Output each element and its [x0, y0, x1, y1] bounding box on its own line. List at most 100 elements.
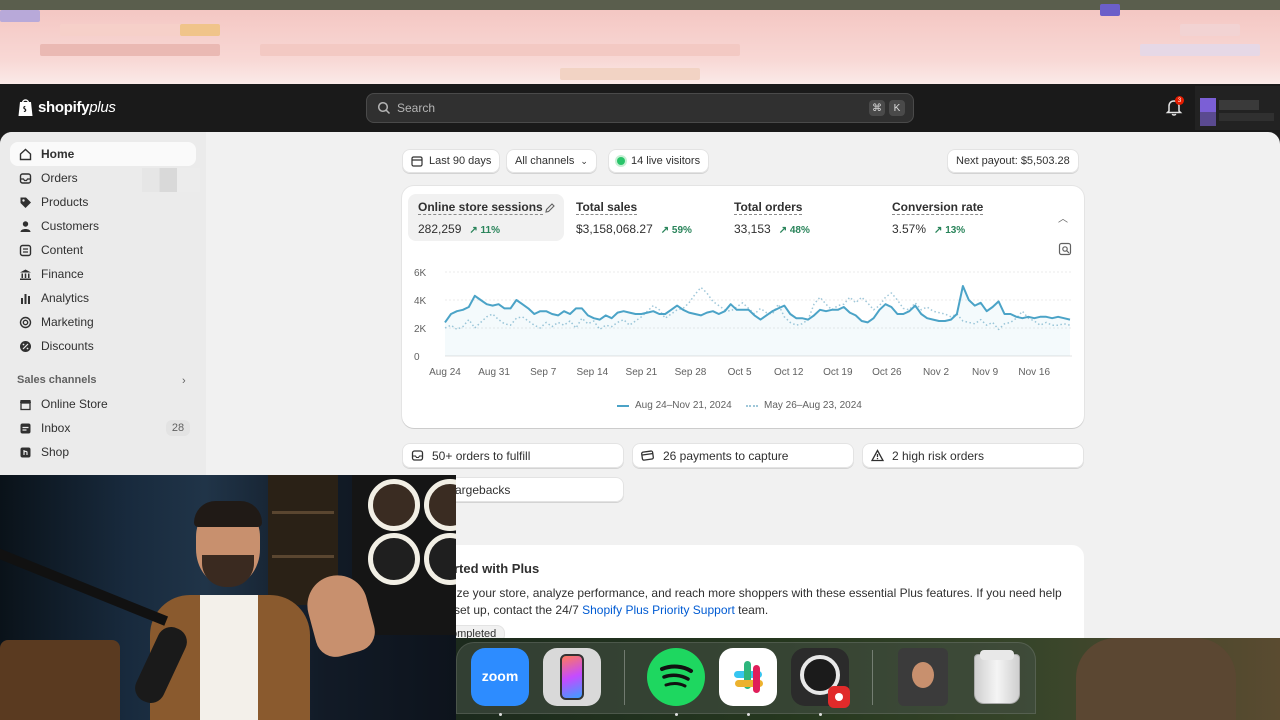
- x-tick-label: Nov 9: [972, 367, 999, 378]
- zoom-icon[interactable]: zoom: [471, 648, 529, 706]
- bar-chart-icon: [18, 291, 32, 305]
- x-tick-label: Aug 31: [478, 367, 510, 378]
- sidebar-item-marketing[interactable]: Marketing: [10, 310, 196, 334]
- sidebar-item-content[interactable]: Content: [10, 238, 196, 262]
- legend-solid-swatch: [617, 404, 629, 407]
- metric-delta: ↗ 11%: [469, 225, 501, 236]
- sidebar-item-label: Marketing: [41, 315, 94, 329]
- x-tick-label: Sep 7: [530, 367, 557, 378]
- orders-to-fulfill-button[interactable]: 50+ orders to fulfill: [402, 443, 624, 468]
- slack-icon[interactable]: [719, 648, 777, 706]
- sidebar-item-label: Inbox: [41, 421, 71, 435]
- metric-delta: ↗ 59%: [660, 225, 692, 236]
- sidebar-item-label: Finance: [41, 267, 84, 281]
- date-range-picker[interactable]: Last 90 days: [402, 149, 501, 173]
- plus-card-title: rted with Plus: [454, 561, 540, 576]
- alert-triangle-icon: [871, 449, 884, 462]
- metric-conversion-rate[interactable]: Conversion rate 3.57% ↗ 13%: [882, 194, 1038, 241]
- top-bar: shopifyplus Search ⌘ K: [0, 84, 1280, 132]
- credit-card-icon: [641, 450, 654, 461]
- metric-online-store-sessions[interactable]: Online store sessions 282,259 ↗ 11%: [408, 194, 564, 241]
- sofa: [0, 640, 120, 720]
- shortcut-k-key: K: [889, 100, 905, 116]
- store-icon: [18, 397, 32, 411]
- metric-value: 33,153: [734, 222, 771, 236]
- sidebar-item-shop[interactable]: Shop: [10, 440, 196, 464]
- running-indicator: [499, 713, 502, 716]
- sidebar-item-home[interactable]: Home: [10, 142, 196, 166]
- sales-channels-heading[interactable]: Sales channels: [17, 374, 97, 386]
- running-indicator: [819, 713, 822, 716]
- browser-chrome-blurred: [0, 0, 1280, 84]
- inbox-tray-icon: [18, 171, 32, 185]
- sidebar-item-customers[interactable]: Customers: [10, 214, 196, 238]
- sidebar-item-label: Discounts: [41, 339, 94, 353]
- plus-card-text: set up, contact the 24/7: [454, 603, 583, 617]
- sidebar-item-label: Content: [41, 243, 84, 257]
- metric-label: Total sales: [576, 200, 638, 215]
- action-label: 26 payments to capture: [663, 448, 789, 463]
- facetime-preview-icon[interactable]: [898, 648, 948, 706]
- sidebar-item-analytics[interactable]: Analytics: [10, 286, 196, 310]
- ring-light: [368, 533, 420, 585]
- metric-delta: ↗ 13%: [934, 225, 966, 236]
- sidebar-item-products[interactable]: Products: [10, 190, 196, 214]
- payments-to-capture-button[interactable]: 26 payments to capture: [632, 443, 854, 468]
- plus-card-text: team.: [734, 603, 769, 617]
- account-avatar-blurred[interactable]: [1195, 86, 1280, 130]
- brand-name: shopifyplus: [38, 98, 116, 116]
- shopify-bag-icon: [18, 99, 33, 116]
- trash-icon[interactable]: [968, 648, 1026, 706]
- target-icon: [18, 315, 32, 329]
- legend-label-previous: May 26–Aug 23, 2024: [764, 400, 862, 411]
- metric-total-sales[interactable]: Total sales $3,158,068.27 ↗ 59%: [566, 194, 722, 241]
- shopify-plus-logo[interactable]: shopifyplus: [17, 97, 116, 117]
- home-icon: [18, 147, 32, 161]
- x-tick-label: Nov 16: [1018, 367, 1050, 378]
- metric-label: Total orders: [734, 200, 803, 215]
- metric-total-orders[interactable]: Total orders 33,153 ↗ 48%: [724, 194, 880, 241]
- shortcut-cmd-key: ⌘: [869, 100, 885, 116]
- dock-separator: [624, 650, 625, 705]
- metric-label: Online store sessions: [418, 200, 543, 215]
- sidebar-item-finance[interactable]: Finance: [10, 262, 196, 286]
- zoom-icon-label: zoom: [481, 668, 519, 684]
- pencil-icon[interactable]: [544, 202, 556, 214]
- channels-select[interactable]: All channels ⌄: [506, 149, 597, 173]
- chevron-right-icon[interactable]: ›: [182, 375, 186, 387]
- y-tick-label: 2K: [414, 324, 427, 335]
- priority-support-link[interactable]: Shopify Plus Priority Support: [582, 603, 735, 617]
- sidebar-item-label: Shop: [41, 445, 70, 459]
- notification-badge: 3: [1175, 96, 1184, 105]
- tag-icon: [18, 195, 32, 209]
- next-payout-label: Next payout: $5,503.28: [956, 155, 1070, 167]
- x-tick-label: Oct 26: [872, 367, 902, 378]
- live-visitors-button[interactable]: 14 live visitors: [608, 149, 710, 173]
- sidebar-item-label: Orders: [41, 171, 78, 185]
- y-tick-label: 4K: [414, 296, 427, 307]
- bank-icon: [18, 267, 32, 281]
- spotify-icon[interactable]: [647, 648, 705, 706]
- high-risk-orders-button[interactable]: 2 high risk orders: [862, 443, 1084, 468]
- legend-dotted-swatch: [746, 404, 758, 407]
- obs-icon[interactable]: [791, 648, 850, 708]
- sidebar-item-discounts[interactable]: Discounts: [10, 334, 196, 358]
- ring-light: [368, 479, 420, 531]
- chart-settings-icon[interactable]: [1058, 242, 1072, 256]
- x-tick-label: Oct 5: [728, 367, 752, 378]
- y-tick-label: 0: [414, 352, 420, 363]
- sidebar-item-label: Analytics: [41, 291, 90, 305]
- search-input[interactable]: Search ⌘ K: [366, 93, 914, 123]
- inbox-count-badge: 28: [166, 420, 190, 436]
- channels-label: All channels: [515, 155, 575, 167]
- series-area-current: [445, 286, 1070, 356]
- sidebar-item-online-store[interactable]: Online Store: [10, 392, 196, 416]
- chevron-up-icon[interactable]: ︿: [1058, 210, 1068, 225]
- next-payout-button[interactable]: Next payout: $5,503.28: [947, 149, 1079, 173]
- webcam-overlay: [0, 475, 456, 720]
- x-tick-label: Sep 28: [675, 367, 707, 378]
- dock-separator: [872, 650, 873, 705]
- iphone-mirroring-icon[interactable]: [543, 648, 601, 706]
- x-tick-label: Sep 21: [626, 367, 658, 378]
- calendar-icon: [411, 156, 423, 167]
